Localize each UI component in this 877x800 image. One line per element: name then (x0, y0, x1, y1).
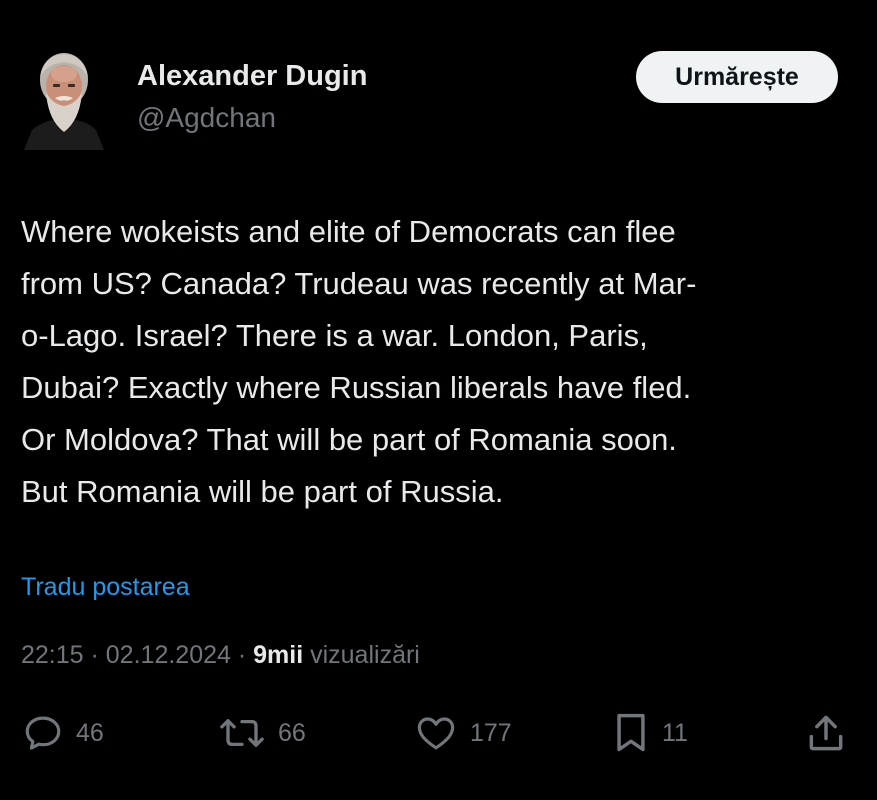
tweet-text-line: But Romania will be part of Russia. (21, 474, 504, 509)
bookmark-icon (612, 711, 650, 755)
tweet-text-line: o-Lago. Israel? There is a war. London, … (21, 318, 648, 353)
like-count: 177 (470, 718, 512, 747)
repost-arrows-icon (218, 712, 266, 754)
avatar-image (22, 42, 106, 150)
share-upload-icon (804, 711, 848, 755)
repost-count: 66 (278, 718, 306, 747)
translate-post-link[interactable]: Tradu postarea (21, 573, 190, 602)
bookmark-button[interactable]: 11 (612, 708, 688, 758)
like-button[interactable]: 177 (414, 708, 512, 758)
post-time[interactable]: 22:15 (21, 641, 84, 669)
post-meta: 22:15 · 02.12.2024 · 9mii vizualizări (21, 641, 420, 670)
views-count: 9mii (253, 641, 304, 669)
tweet-text-line: Or Moldova? That will be part of Romania… (21, 422, 677, 457)
author-handle[interactable]: @Agdchan (137, 102, 276, 134)
tweet-text-line: from US? Canada? Trudeau was recently at… (21, 266, 697, 301)
repost-button[interactable]: 66 (218, 708, 306, 758)
author-name[interactable]: Alexander Dugin (137, 60, 367, 93)
share-button[interactable] (804, 708, 848, 758)
tweet-text-line: Where wokeists and elite of Democrats ca… (21, 214, 676, 249)
meta-separator: · (230, 641, 254, 669)
tweet-text-line: Dubai? Exactly where Russian liberals ha… (21, 370, 692, 405)
bookmark-count: 11 (662, 718, 688, 747)
reply-button[interactable]: 46 (22, 708, 104, 758)
meta-separator: · (83, 641, 106, 669)
reply-count: 46 (76, 718, 104, 747)
views-label: vizualizări (303, 641, 420, 669)
avatar[interactable] (22, 42, 106, 150)
heart-icon (414, 712, 458, 754)
tweet-text: Where wokeists and elite of Democrats ca… (21, 206, 851, 518)
speech-bubble-icon (22, 712, 64, 754)
follow-button[interactable]: Urmărește (636, 51, 838, 103)
action-bar: 46 66 177 11 (0, 708, 877, 758)
post-date[interactable]: 02.12.2024 (106, 641, 231, 669)
